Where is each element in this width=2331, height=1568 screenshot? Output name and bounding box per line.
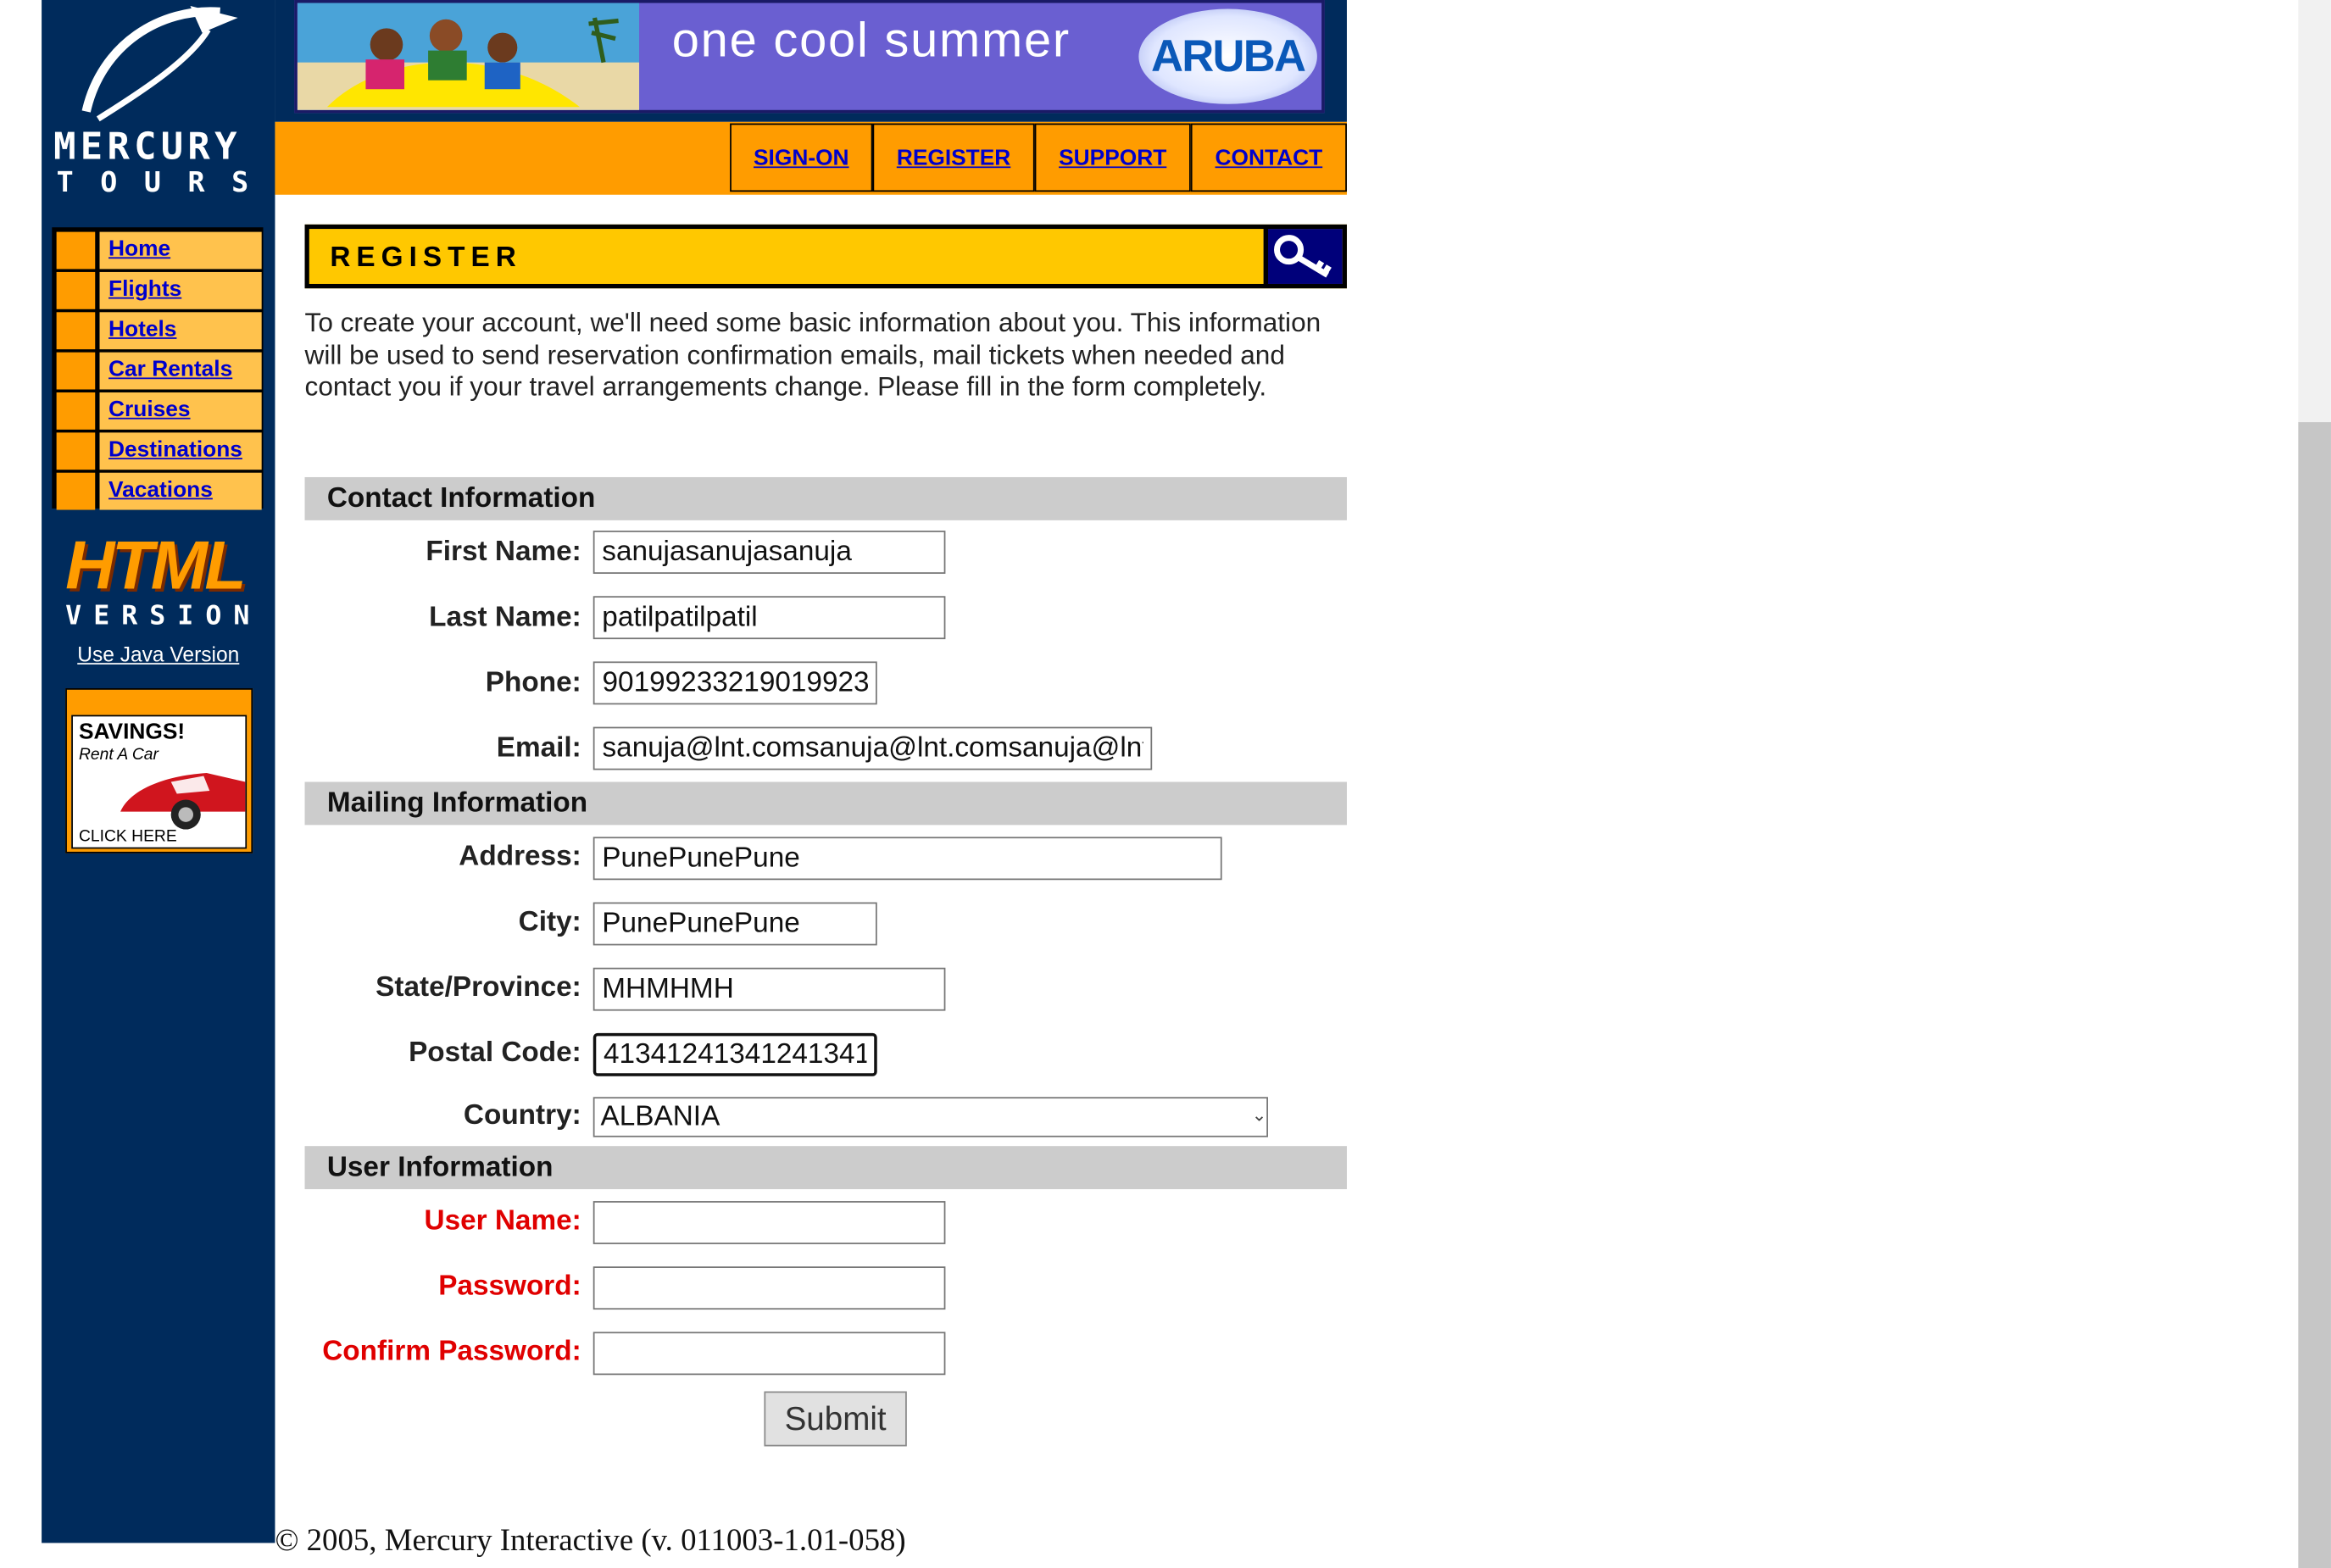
key-icon xyxy=(1263,229,1343,284)
logo-word-tours: TOURS xyxy=(56,166,275,200)
nav-link-home[interactable]: Home xyxy=(108,236,170,262)
sign-on-link[interactable]: SIGN-ON xyxy=(732,146,871,171)
user-name-input[interactable] xyxy=(592,1201,946,1244)
top-menu-contact: CONTACT xyxy=(1190,123,1347,192)
nav-link-destinations[interactable]: Destinations xyxy=(108,437,242,463)
password-label: Password: xyxy=(438,1271,581,1303)
side-nav-menu: Home Flights Hotels Car Rentals Cruises … xyxy=(52,227,264,510)
first-name-input[interactable] xyxy=(592,531,946,574)
section-user-information: User Information xyxy=(304,1146,1347,1190)
top-menu-register: REGISTER xyxy=(872,123,1035,192)
nav-link-car-rentals[interactable]: Car Rentals xyxy=(108,357,232,382)
password-input[interactable] xyxy=(592,1266,946,1310)
use-java-version-link[interactable]: Use Java Version xyxy=(57,642,260,666)
postal-code-label: Postal Code: xyxy=(409,1037,581,1069)
postal-code-input[interactable] xyxy=(592,1032,877,1076)
section-mailing-information: Mailing Information xyxy=(304,781,1347,826)
top-menu-support: SUPPORT xyxy=(1034,123,1191,192)
nav-item-vacations: Vacations xyxy=(56,472,262,510)
country-select[interactable]: ALBANIA xyxy=(592,1097,1268,1137)
country-label: Country: xyxy=(463,1099,581,1132)
nav-link-vacations[interactable]: Vacations xyxy=(108,477,213,503)
nav-item-cruises: Cruises xyxy=(56,392,262,430)
confirm-password-label: Confirm Password: xyxy=(322,1336,581,1368)
nav-link-hotels[interactable]: Hotels xyxy=(108,317,176,342)
chevron-down-icon: ⌄ xyxy=(1251,1104,1267,1126)
nav-item-flights: Flights xyxy=(56,271,262,309)
footer-copyright: © 2005, Mercury Interactive (v. 011003-1… xyxy=(275,1521,906,1558)
address-input[interactable] xyxy=(592,837,1222,881)
banner-slogan: one cool summer xyxy=(671,12,1071,67)
section-contact-information: Contact Information xyxy=(304,476,1347,520)
nav-item-home: Home xyxy=(56,231,262,270)
logo-word-mercury: MERCURY xyxy=(53,125,242,169)
scrollbar-thumb[interactable] xyxy=(2298,422,2331,1568)
contact-link[interactable]: CONTACT xyxy=(1193,146,1346,171)
state-input[interactable] xyxy=(592,967,946,1011)
last-name-label: Last Name: xyxy=(429,602,581,634)
city-label: City: xyxy=(518,906,581,938)
state-label: State/Province: xyxy=(376,971,581,1004)
confirm-password-input[interactable] xyxy=(592,1332,946,1376)
red-car-icon xyxy=(120,772,246,830)
last-name-input[interactable] xyxy=(592,596,946,640)
nav-item-car-rentals: Car Rentals xyxy=(56,352,262,390)
register-header: REGISTER xyxy=(304,224,1347,289)
city-input[interactable] xyxy=(592,902,877,946)
section-heading: Contact Information xyxy=(326,482,596,514)
submit-button[interactable]: Submit xyxy=(764,1391,907,1447)
aruba-brand-text: ARUBA xyxy=(1151,32,1306,82)
banner-photo-icon xyxy=(297,3,640,110)
nav-item-destinations: Destinations xyxy=(56,432,262,470)
user-name-label: User Name: xyxy=(424,1205,581,1237)
register-intro-text: To create your account, we'll need some … xyxy=(304,308,1321,402)
aruba-banner[interactable]: one cool summer ARUBA xyxy=(294,0,1325,114)
nav-link-cruises[interactable]: Cruises xyxy=(108,397,191,422)
address-label: Address: xyxy=(459,841,581,873)
section-heading: Mailing Information xyxy=(326,787,588,820)
page-title: REGISTER xyxy=(330,242,522,274)
first-name-label: First Name: xyxy=(426,537,581,568)
support-link[interactable]: SUPPORT xyxy=(1036,146,1189,171)
section-heading: User Information xyxy=(326,1152,554,1184)
phone-label: Phone: xyxy=(485,667,581,699)
savings-rent-a-car-ad[interactable]: SAVINGS! Rent A Car CLICK HERE xyxy=(65,688,253,854)
email-input[interactable] xyxy=(592,726,1153,770)
nav-link-flights[interactable]: Flights xyxy=(108,276,181,302)
email-label: Email: xyxy=(496,732,581,765)
nav-item-hotels: Hotels xyxy=(56,312,262,350)
phone-input[interactable] xyxy=(592,661,877,705)
top-menu-signon: SIGN-ON xyxy=(730,123,873,192)
register-link[interactable]: REGISTER xyxy=(874,146,1033,171)
